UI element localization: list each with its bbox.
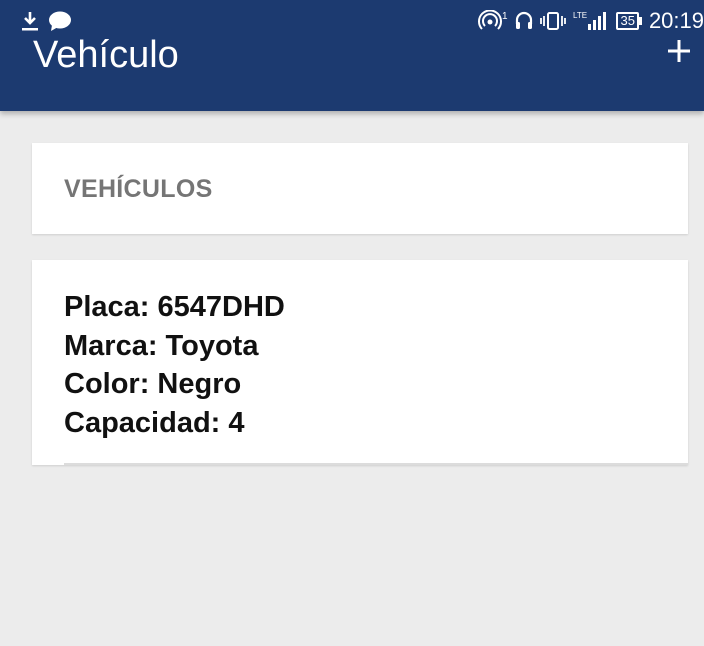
- section-header-card: VEHÍCULOS: [32, 143, 688, 234]
- status-clock: 20:19: [648, 8, 704, 33]
- battery-icon: 35: [616, 12, 643, 30]
- vehicle-placa: Placa: 6547DHD: [64, 291, 285, 323]
- status-bar-right: 1 LTE 35 20:19: [478, 8, 704, 34]
- app-bar: 1 LTE 35 20:19 Vehículo: [0, 0, 704, 111]
- download-icon: [20, 10, 40, 32]
- section-title: VEHÍCULOS: [64, 175, 213, 203]
- status-bar-left: [20, 10, 72, 32]
- battery-level: 35: [620, 13, 635, 28]
- vehicle-details: Placa: 6547DHD Marca: Toyota Color: Negr…: [64, 288, 285, 442]
- vehicle-marca: Marca: Toyota: [64, 329, 259, 362]
- divider: [64, 463, 688, 465]
- lte-signal-icon: LTE: [572, 9, 610, 33]
- hotspot-icon: 1: [478, 10, 508, 32]
- svg-text:1: 1: [502, 11, 508, 22]
- svg-text:LTE: LTE: [573, 11, 587, 20]
- vehicle-list-item[interactable]: Placa: 6547DHD Marca: Toyota Color: Negr…: [32, 260, 688, 465]
- vehicle-capacidad: Capacidad: 4: [64, 406, 245, 439]
- vehicle-color: Color: Negro: [64, 368, 242, 400]
- headset-icon: [514, 10, 534, 32]
- page-title: Vehículo: [33, 34, 179, 76]
- add-vehicle-button[interactable]: [664, 36, 694, 66]
- vibrate-icon: [540, 10, 567, 32]
- plus-icon: [668, 40, 690, 62]
- chat-bubble-icon: [48, 10, 72, 32]
